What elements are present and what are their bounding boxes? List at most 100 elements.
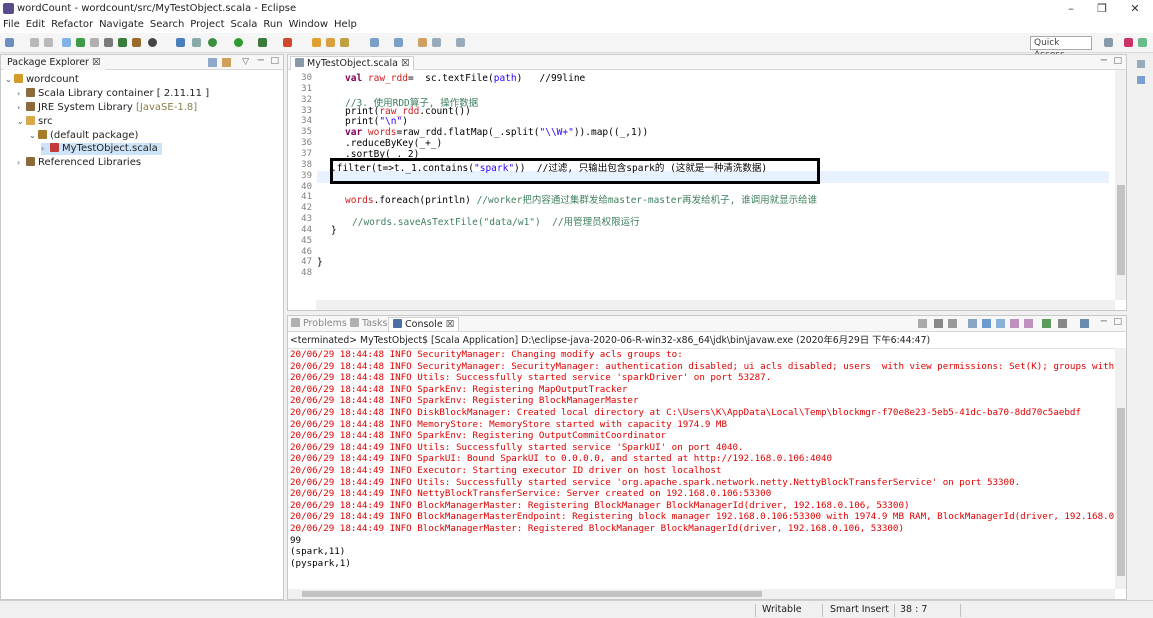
open-task-icon[interactable] [326,38,335,47]
console-scroll-thumb[interactable] [1117,408,1125,576]
debug-icon[interactable] [148,38,157,47]
maximize-editor-icon[interactable]: □ [1113,56,1122,66]
console-tab[interactable]: Console ☒ [388,317,460,331]
quick-access-input[interactable]: Quick Access [1030,36,1092,60]
collapse-all-icon[interactable] [208,58,217,67]
chevron-down-icon[interactable]: ⌄ [17,116,26,128]
scala-perspective-icon[interactable] [1124,38,1133,47]
console-horizontal-scrollbar[interactable] [288,589,1115,599]
console-vertical-scrollbar[interactable] [1115,348,1126,589]
scroll-lock-icon[interactable] [982,319,991,328]
toggle-mark-icon[interactable] [76,38,85,47]
minimize-view-icon[interactable]: − [257,55,265,66]
java-perspective-icon[interactable] [1138,38,1147,47]
tree-item-src[interactable]: ⌄ src [17,116,53,128]
menu-refactor[interactable]: Refactor [48,17,96,33]
editor-horizontal-scrollbar[interactable] [316,300,1115,310]
menu-file[interactable]: File [0,17,23,33]
tree-item-referenced-libraries[interactable]: › Referenced Libraries [17,157,141,169]
last-edit-location-icon[interactable] [418,38,427,47]
scala-class-icon[interactable] [132,38,141,47]
outline-icon[interactable] [1137,60,1145,68]
coverage-icon[interactable] [258,38,267,47]
open-console-icon[interactable] [1080,319,1089,328]
menu-scala[interactable]: Scala [228,17,261,33]
previous-annotation-icon[interactable] [394,38,403,47]
skip-breakpoints-icon[interactable] [192,38,201,47]
tree-item-mytestobject[interactable]: › MyTestObject.scala [41,143,162,155]
save-all-icon[interactable] [44,38,53,47]
remove-all-icon[interactable] [948,319,957,328]
external-tools-icon[interactable] [283,38,292,47]
back-icon[interactable] [432,38,441,47]
open-console-icon[interactable] [62,38,71,47]
code-token: raw_rdd [379,105,420,117]
code-token: words [345,195,374,207]
code-token: = sc.textFile( [407,73,494,84]
new-icon[interactable] [5,38,14,47]
package-explorer-tab[interactable]: Package Explorer ☒ [3,56,105,70]
minimize-console-icon[interactable]: − [1100,316,1108,327]
terminate-icon[interactable] [918,319,927,328]
forward-icon[interactable] [456,38,465,47]
menu-window[interactable]: Window [286,17,331,33]
remove-launch-icon[interactable] [934,319,943,328]
chevron-down-icon[interactable]: ⌄ [29,130,38,142]
terminal-icon[interactable] [90,38,99,47]
code-editor[interactable]: 30 val raw_rdd= sc.textFile(path) //99lin… [288,70,1126,310]
editor-tab-bar: MyTestObject.scala ☒ − □ [288,55,1126,70]
minimize-button[interactable]: – [1056,1,1086,16]
chevron-right-icon[interactable]: › [17,102,26,114]
view-menu-icon[interactable]: ▽ [242,57,249,67]
tree-item-scala-library[interactable]: › Scala Library container [ 2.11.11 ] [17,88,209,100]
console-hscroll-thumb[interactable] [302,591,762,597]
status-separator [894,604,895,617]
task-list-icon[interactable] [1137,76,1145,84]
show-on-stderr-icon[interactable] [1024,319,1033,328]
menu-help[interactable]: Help [331,17,360,33]
run-icon[interactable] [234,38,243,47]
pin-console-icon[interactable] [1042,319,1051,328]
maximize-view-icon[interactable]: □ [270,56,279,66]
chevron-right-icon[interactable]: › [17,157,26,169]
menu-search[interactable]: Search [147,17,187,33]
tree-item-jre-library[interactable]: › JRE System Library [JavaSE-1.8] [17,102,197,114]
chevron-right-icon[interactable]: › [17,88,26,100]
display-console-icon[interactable] [1058,319,1067,328]
main-toolbar: Quick Access [0,33,1153,60]
chevron-right-icon[interactable]: › [41,143,50,155]
menu-run[interactable]: Run [260,17,285,33]
problems-tab[interactable]: Problems [291,318,347,329]
scala-project-icon[interactable] [118,38,127,47]
chevron-down-icon[interactable]: ⌄ [5,74,14,86]
menu-navigate[interactable]: Navigate [96,17,147,33]
next-annotation-icon[interactable] [370,38,379,47]
task-icon[interactable] [104,38,113,47]
status-separator [755,604,756,617]
save-icon[interactable] [30,38,39,47]
tasks-tab[interactable]: Tasks [350,318,387,329]
open-type-icon[interactable] [312,38,321,47]
menu-edit[interactable]: Edit [23,17,48,33]
minimize-editor-icon[interactable]: − [1100,55,1108,66]
menu-project[interactable]: Project [187,17,227,33]
open-perspective-icon[interactable] [1104,38,1113,47]
maximize-console-icon[interactable]: □ [1113,317,1122,327]
maximize-button[interactable]: ❐ [1087,1,1117,16]
right-trim-bar [1132,56,1152,96]
close-button[interactable]: ✕ [1120,1,1150,16]
search-icon[interactable] [340,38,349,47]
word-wrap-icon[interactable] [996,319,1005,328]
editor-tab-mytestobject[interactable]: MyTestObject.scala ☒ [290,56,415,70]
debug-run-icon[interactable] [208,38,217,47]
tree-item-wordcount[interactable]: ⌄ wordcount [5,74,79,86]
editor-scroll-thumb[interactable] [1117,185,1125,275]
build-icon[interactable] [176,38,185,47]
tree-item-default-package[interactable]: ⌄ (default package) [29,130,138,142]
code-token: ) //99line [516,73,586,84]
editor-vertical-scrollbar[interactable] [1115,70,1126,300]
clear-console-icon[interactable] [968,319,977,328]
show-on-stdout-icon[interactable] [1010,319,1019,328]
code-token: .reduceByKey(_+_) [345,138,443,150]
link-with-editor-icon[interactable] [222,58,231,67]
